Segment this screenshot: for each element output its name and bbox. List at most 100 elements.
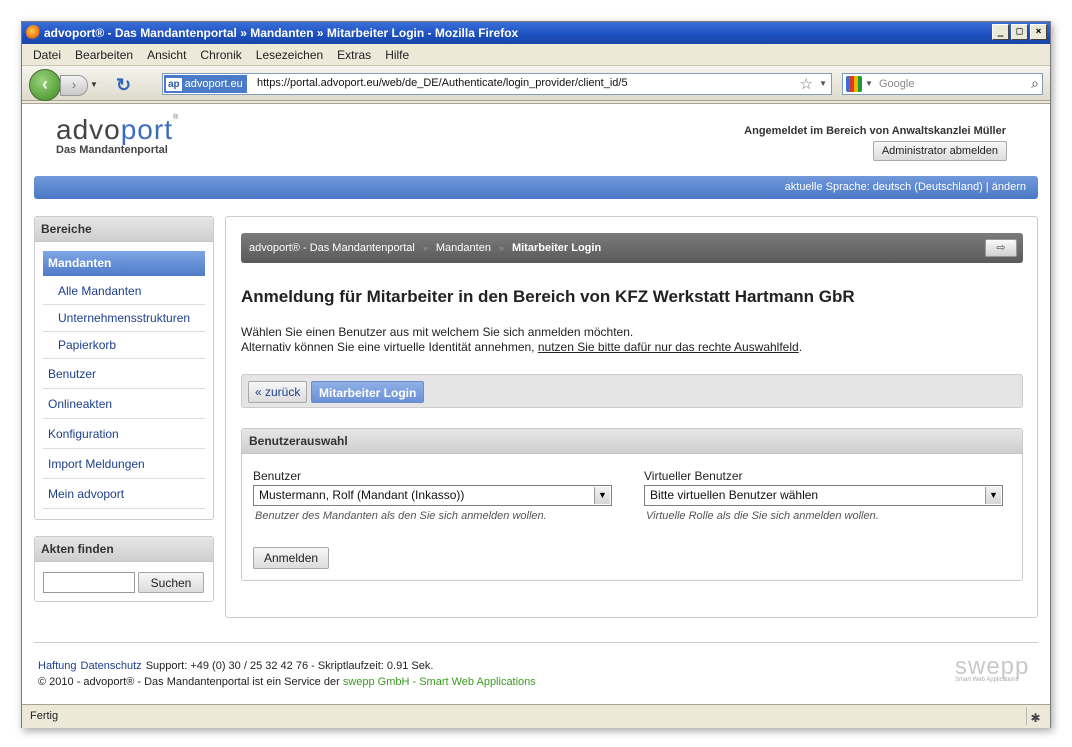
sidebar-title: Bereiche — [35, 217, 213, 242]
minimize-button[interactable]: _ — [992, 24, 1009, 40]
status-bar: Fertig ✱ — [22, 704, 1050, 728]
virtual-user-select-value: Bitte virtuellen Benutzer wählen — [650, 488, 819, 502]
panel-title: Benutzerauswahl — [242, 429, 1022, 454]
menu-ansicht[interactable]: Ansicht — [142, 48, 191, 62]
intro-line-2-end: . — [798, 340, 803, 354]
menu-hilfe[interactable]: Hilfe — [380, 48, 414, 62]
breadcrumb-separator: » — [498, 243, 504, 253]
export-icon[interactable]: ⇨ — [985, 239, 1017, 257]
advoport-logo[interactable]: advoport® Das Mandantenportal — [56, 114, 179, 156]
url-dropdown-icon[interactable]: ▼ — [819, 79, 827, 88]
site-favicon: ap — [166, 78, 182, 91]
google-icon[interactable] — [846, 76, 862, 92]
sidebar: Bereiche Mandanten Alle Mandanten Untern… — [34, 216, 214, 520]
history-dropdown-icon[interactable]: ▼ — [90, 80, 98, 89]
footer-links: Haftung Datenschutz Support: +49 (0) 30 / … — [38, 660, 433, 672]
close-button[interactable]: × — [1030, 24, 1047, 40]
menu-bearbeiten[interactable]: Bearbeiten — [70, 48, 138, 62]
title-bar: advoport® - Das Mandantenportal » Mandan… — [22, 22, 1050, 44]
menu-extras[interactable]: Extras — [332, 48, 376, 62]
menu-bar: Datei Bearbeiten Ansicht Chronik Lesezei… — [22, 44, 1050, 65]
page-viewport: advoport® Das Mandantenportal Angemeldet… — [22, 103, 1050, 704]
chevron-down-icon[interactable]: ▼ — [594, 487, 610, 504]
logo-subtitle: Das Mandantenportal — [56, 144, 168, 156]
intro-link[interactable]: nutzen Sie bitte dafür nur das rechte Au… — [538, 340, 799, 354]
menu-lesezeichen[interactable]: Lesezeichen — [251, 48, 328, 62]
user-hint: Benutzer des Mandanten als den Sie sich … — [255, 510, 547, 522]
breadcrumb-separator: » — [422, 243, 428, 253]
sidebar-item-onlineakten[interactable]: Onlineakten — [43, 389, 205, 419]
navigation-toolbar: ‹ › ▼ ↻ ap advoport.eu https://portal.adv… — [22, 65, 1050, 101]
virtual-user-select[interactable]: Bitte virtuellen Benutzer wählen ▼ — [644, 485, 1003, 506]
maximize-button[interactable]: □ — [1011, 24, 1028, 40]
menu-datei[interactable]: Datei — [28, 48, 66, 62]
intro-text: Wählen Sie einen Benutzer aus mit welche… — [241, 325, 802, 355]
sidebar-item-mein-advoport[interactable]: Mein advoport — [43, 479, 205, 509]
back-button[interactable]: « zurück — [248, 381, 308, 403]
current-page-button[interactable]: Mitarbeiter Login — [311, 381, 425, 403]
change-language-link[interactable]: ändern — [992, 181, 1026, 193]
sidebar-item-mandanten[interactable]: Mandanten — [43, 251, 205, 276]
chevron-down-icon[interactable]: ▼ — [985, 487, 1001, 504]
swepp-logo-sub: Smart Web Applications — [955, 677, 1019, 683]
search-icon[interactable]: ⌕ — [1031, 75, 1039, 92]
address-bar[interactable]: ap advoport.eu https://portal.advoport.eu… — [162, 73, 832, 95]
page-title: Anmeldung für Mitarbeiter in den Bereich… — [241, 287, 855, 306]
swepp-logo-text: swepp — [955, 653, 1030, 680]
sidebar-item-benutzer[interactable]: Benutzer — [43, 359, 205, 389]
file-search-input[interactable] — [43, 572, 135, 593]
sidebar-subitem-papierkorb[interactable]: Papierkorb — [43, 332, 205, 359]
logo-text-advo: advo — [56, 114, 121, 145]
breadcrumb-mandanten[interactable]: Mandanten — [436, 242, 491, 254]
menu-chronik[interactable]: Chronik — [195, 48, 246, 62]
footer-haftung-link[interactable]: Haftung — [38, 660, 77, 672]
search-engine-dropdown-icon[interactable]: ▼ — [865, 79, 873, 88]
main-content: advoport® - Das Mandantenportal » Mandante… — [225, 216, 1038, 618]
addon-icon[interactable]: ✱ — [1026, 707, 1044, 725]
bookmark-star-icon[interactable]: ☆ — [800, 75, 813, 93]
language-bar: aktuelle Sprache: deutsch (Deutschland) … — [34, 176, 1038, 199]
logo-registered: ® — [172, 114, 180, 121]
window-title: advoport® - Das Mandantenportal » Mandan… — [44, 26, 519, 40]
footer-support: Support: +49 (0) 30 / 25 32 42 76 - Skri… — [145, 660, 434, 672]
browser-window: advoport® - Das Mandantenportal » Mandan… — [21, 21, 1051, 728]
logo-text-port: port — [120, 114, 173, 145]
sidebar-subitem-unternehmensstrukturen[interactable]: Unternehmensstrukturen — [43, 305, 205, 332]
language-text: aktuelle Sprache: deutsch (Deutschland) … — [784, 181, 992, 193]
footer-datenschutz-link[interactable]: Datenschutz — [81, 660, 142, 672]
file-finder-title: Akten finden — [35, 537, 213, 562]
user-label: Benutzer — [253, 469, 302, 483]
logout-button[interactable]: Administrator abmelden — [872, 141, 1007, 161]
action-bar: « zurück Mitarbeiter Login — [241, 374, 1023, 408]
sidebar-item-import-meldungen[interactable]: Import Meldungen — [43, 449, 205, 479]
footer-divider — [34, 642, 1038, 643]
sidebar-subitem-alle-mandanten[interactable]: Alle Mandanten — [43, 278, 205, 305]
back-arrow-icon[interactable]: ‹ — [29, 69, 61, 101]
site-identity-button[interactable]: ap advoport.eu — [164, 75, 247, 93]
login-button[interactable]: Anmelden — [253, 547, 330, 569]
reload-icon[interactable]: ↻ — [116, 75, 131, 96]
footer-copyright: © 2010 - advoport® - Das Mandantenportal… — [38, 676, 536, 688]
breadcrumb-home[interactable]: advoport® - Das Mandantenportal — [249, 242, 415, 254]
breadcrumb-current: Mitarbeiter Login — [511, 242, 602, 254]
user-select[interactable]: Mustermann, Rolf (Mandant (Inkasso)) ▼ — [253, 485, 612, 506]
sidebar-item-konfiguration[interactable]: Konfiguration — [43, 419, 205, 449]
search-bar[interactable]: ▼ Google ⌕ — [842, 73, 1043, 95]
search-input[interactable]: Google — [879, 78, 914, 90]
site-name: advoport.eu — [184, 78, 243, 90]
file-search-button[interactable]: Suchen — [138, 572, 204, 593]
forward-arrow-icon[interactable]: › — [60, 75, 88, 96]
intro-line-2: Alternativ können Sie eine virtuelle Ide… — [241, 340, 538, 354]
swepp-link[interactable]: swepp GmbH - Smart Web Applications — [343, 676, 536, 688]
breadcrumb: advoport® - Das Mandantenportal » Mandante… — [241, 233, 1023, 263]
virtual-user-label: Virtueller Benutzer — [644, 469, 743, 483]
copyright-text: © 2010 - advoport® - Das Mandantenportal… — [38, 676, 343, 688]
url-text[interactable]: https://portal.advoport.eu/web/de_DE/Aut… — [257, 77, 628, 89]
firefox-icon — [26, 25, 41, 40]
intro-line-1: Wählen Sie einen Benutzer aus mit welche… — [241, 325, 634, 339]
virtual-user-hint: Virtuelle Rolle als die Sie sich anmelde… — [646, 510, 879, 522]
swepp-logo[interactable]: swepp Smart Web Applications — [955, 653, 1029, 683]
logged-in-info: Angemeldet im Bereich von Anwaltskanzlei… — [744, 125, 1006, 137]
user-select-value: Mustermann, Rolf (Mandant (Inkasso)) — [259, 488, 465, 502]
status-text: Fertig — [30, 710, 59, 722]
